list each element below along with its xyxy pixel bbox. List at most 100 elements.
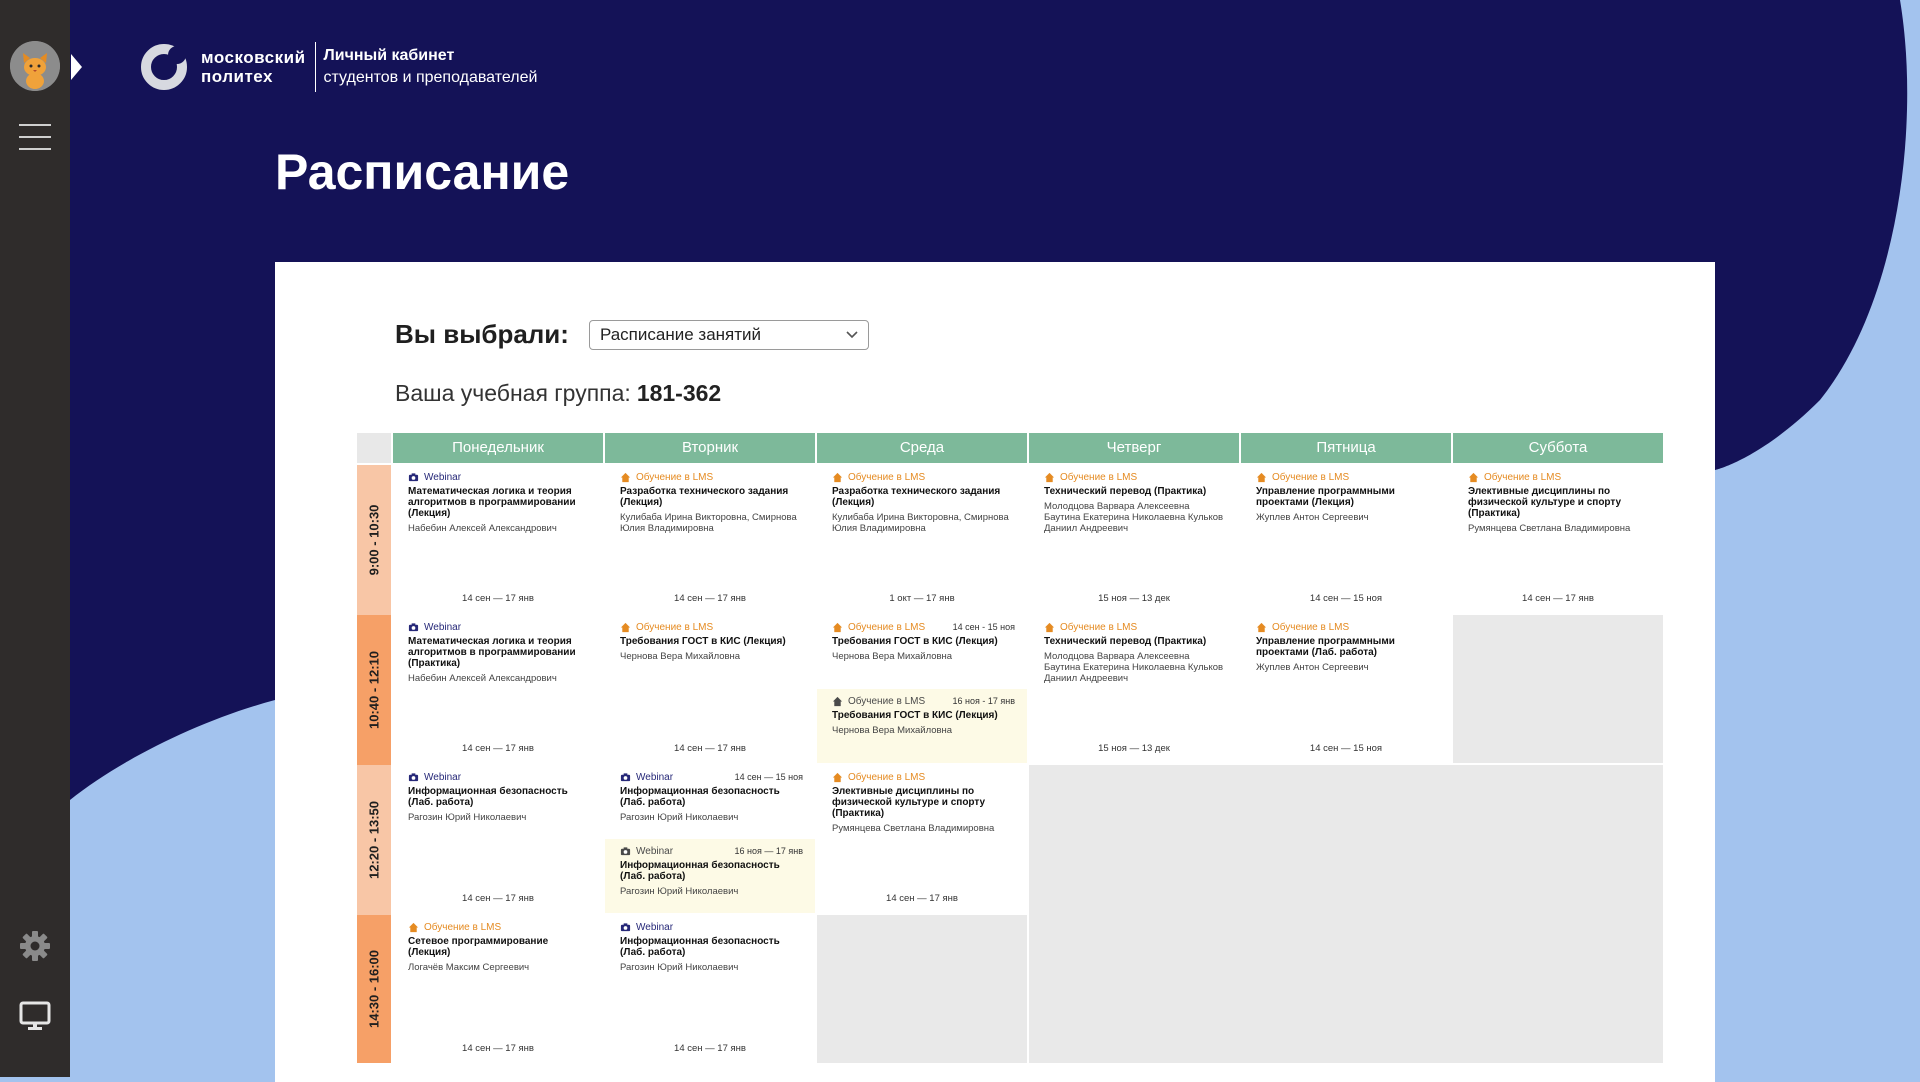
teacher-name: Молодцова Варвара Алексеевна Баутина Ека… xyxy=(1044,651,1224,684)
class-entry[interactable]: Webinar 16 ноя — 17 янв Информационная без… xyxy=(605,839,815,913)
course-date-range: 14 сен — 15 ноя xyxy=(1309,743,1383,754)
schedule-slot[interactable]: Webinar Информационная безопасность (Лаб.… xyxy=(393,765,603,913)
entry-header: Webinar xyxy=(408,470,591,484)
brand-logo[interactable]: московский политех Личный кабинет студен… xyxy=(137,40,537,94)
entry-header: Обучение в LMS xyxy=(620,470,803,484)
teacher-name: Рагозин Юрий Николаевич xyxy=(620,962,739,973)
teacher-name: Кулибаба Ирина Викторовна, Смирнова Юлия… xyxy=(620,512,797,534)
teacher-name: Кулибаба Ирина Викторовна, Смирнова Юлия… xyxy=(832,512,1009,534)
course-date-range: 14 сен — 17 янв xyxy=(462,743,534,754)
teacher-name: Чернова Вера Михайловна xyxy=(620,651,741,662)
empty-slot xyxy=(1029,765,1663,1063)
entry-tag-label: Обучение в LMS xyxy=(1060,621,1138,633)
course-date-range: 14 сен — 17 янв xyxy=(462,1043,534,1054)
class-entry[interactable]: Обучение в LMS Требования ГОСТ в КИС (Лек… xyxy=(605,615,815,763)
camera-icon xyxy=(408,772,424,783)
schedule-slot[interactable]: Обучение в LMS Технический перевод (Практ… xyxy=(1029,615,1239,763)
course-date-range: 14 сен — 17 янв xyxy=(886,893,958,904)
class-entry[interactable]: Webinar Математическая логика и теория ал… xyxy=(393,615,603,763)
entry-header: Обучение в LMS 16 ноя - 17 янв xyxy=(832,694,1015,708)
course-date-range: 14 сен — 17 янв xyxy=(462,893,534,904)
entry-tag: Обучение в LMS xyxy=(1044,472,1137,483)
entry-tag-label: Webinar xyxy=(424,471,462,483)
entry-tag: Обучение в LMS xyxy=(1256,622,1349,633)
schedule-slot[interactable]: Обучение в LMS Управление программными пр… xyxy=(1241,465,1451,613)
course-title: Информационная безопасность (Лаб. работа… xyxy=(620,786,780,808)
class-entry[interactable]: Обучение в LMS Разработка технического за… xyxy=(605,465,815,613)
schedule-slot[interactable]: Обучение в LMS Разработка технического за… xyxy=(817,465,1027,613)
entry-header: Обучение в LMS xyxy=(1256,470,1439,484)
home-icon xyxy=(832,772,848,783)
entry-tag: Обучение в LMS xyxy=(1256,472,1349,483)
entry-tag-label: Webinar xyxy=(636,921,674,933)
monitor-icon[interactable] xyxy=(17,998,53,1034)
gear-icon[interactable] xyxy=(17,928,53,964)
class-entry[interactable]: Webinar Информационная безопасность (Лаб.… xyxy=(393,765,603,913)
course-title: Требования ГОСТ в КИС (Лекция) xyxy=(832,710,998,721)
course-title: Информационная безопасность (Лаб. работа… xyxy=(408,786,568,808)
schedule-slot[interactable]: Обучение в LMS Требования ГОСТ в КИС (Лек… xyxy=(605,615,815,763)
teacher-name: Румянцева Светлана Владимировна xyxy=(832,823,995,834)
time-slot-text: 10:40 - 12:10 xyxy=(366,650,382,730)
sidebar xyxy=(0,0,70,1077)
entry-tag-label: Обучение в LMS xyxy=(1272,621,1350,633)
day-header: Четверг xyxy=(1029,433,1239,463)
class-entry[interactable]: Обучение в LMS Элективные дисциплины по ф… xyxy=(1453,465,1663,613)
class-entry[interactable]: Обучение в LMS Разработка технического за… xyxy=(817,465,1027,613)
entry-header: Обучение в LMS xyxy=(1044,470,1227,484)
entry-date-range: 14 сен - 15 ноя xyxy=(952,622,1015,632)
selection-row: Вы выбрали: Расписание занятий xyxy=(395,319,869,350)
schedule-slot[interactable]: Обучение в LMS Элективные дисциплины по ф… xyxy=(1453,465,1663,613)
class-entry[interactable]: Webinar Математическая логика и теория ал… xyxy=(393,465,603,613)
schedule-card: Вы выбрали: Расписание занятий Ваша учеб… xyxy=(275,262,1715,1082)
entry-header: Обучение в LMS xyxy=(832,470,1015,484)
schedule-slot[interactable]: Обучение в LMS Разработка технического за… xyxy=(605,465,815,613)
teacher-name: Молодцова Варвара Алексеевна Баутина Ека… xyxy=(1044,501,1224,534)
entry-tag-label: Обучение в LMS xyxy=(1272,471,1350,483)
home-icon xyxy=(1256,472,1272,483)
course-title: Требования ГОСТ в КИС (Лекция) xyxy=(620,636,786,647)
schedule-slot[interactable]: Webinar 14 сен — 15 ноя Информационная без… xyxy=(605,765,815,913)
class-entry[interactable]: Webinar 14 сен — 15 ноя Информационная без… xyxy=(605,765,815,839)
home-icon xyxy=(1468,472,1484,483)
class-entry[interactable]: Обучение в LMS Технический перевод (Практ… xyxy=(1029,465,1239,613)
class-entry[interactable]: Обучение в LMS Управление программными пр… xyxy=(1241,615,1451,763)
class-entry[interactable]: Обучение в LMS 14 сен - 15 ноя Требования … xyxy=(817,615,1027,689)
time-slot-text: 9:00 - 10:30 xyxy=(366,504,382,576)
schedule-slot[interactable]: Webinar Математическая логика и теория ал… xyxy=(393,615,603,763)
schedule-type-select[interactable]: Расписание занятий xyxy=(588,319,869,350)
schedule-slot[interactable]: Обучение в LMS Технический перевод (Практ… xyxy=(1029,465,1239,613)
schedule-slot[interactable]: Обучение в LMS Сетевое программирование (… xyxy=(393,915,603,1063)
class-entry[interactable]: Webinar Информационная безопасность (Лаб.… xyxy=(605,915,815,1063)
cabinet-subtitle: студентов и преподавателей xyxy=(323,69,538,86)
class-entry[interactable]: Обучение в LMS 16 ноя - 17 янв Требования … xyxy=(817,689,1027,763)
course-title: Информационная безопасность (Лаб. работа… xyxy=(620,860,780,882)
home-icon xyxy=(832,472,848,483)
entry-tag: Обучение в LMS xyxy=(620,622,713,633)
schedule-slot[interactable]: Обучение в LMS Элективные дисциплины по ф… xyxy=(817,765,1027,913)
entry-tag-label: Обучение в LMS xyxy=(848,771,926,783)
class-entry[interactable]: Обучение в LMS Сетевое программирование (… xyxy=(393,915,603,1063)
class-entry[interactable]: Обучение в LMS Элективные дисциплины по ф… xyxy=(817,765,1027,913)
entry-tag: Обучение в LMS xyxy=(620,472,713,483)
menu-icon[interactable] xyxy=(19,124,51,150)
teacher-name: Логачёв Максим Сергеевич xyxy=(408,962,530,973)
class-entry[interactable]: Обучение в LMS Управление программными пр… xyxy=(1241,465,1451,613)
teacher-name: Чернова Вера Михайловна xyxy=(832,651,953,662)
schedule-slot[interactable]: Обучение в LMS Управление программными пр… xyxy=(1241,615,1451,763)
logo-wordmark-line2: политех xyxy=(201,67,273,86)
logo-divider xyxy=(314,42,316,92)
entry-header: Обучение в LMS xyxy=(832,770,1015,784)
class-entry[interactable]: Обучение в LMS Технический перевод (Практ… xyxy=(1029,615,1239,763)
empty-slot xyxy=(817,915,1027,1063)
schedule-slot[interactable]: Webinar Информационная безопасность (Лаб.… xyxy=(605,915,815,1063)
avatar-expand-arrow-icon[interactable] xyxy=(71,54,82,80)
entry-tag: Webinar xyxy=(408,772,461,783)
entry-header: Webinar xyxy=(408,770,591,784)
time-slot-text: 14:30 - 16:00 xyxy=(366,949,382,1029)
schedule-slot[interactable]: Webinar Математическая логика и теория ал… xyxy=(393,465,603,613)
schedule-slot[interactable]: Обучение в LMS 14 сен - 15 ноя Требования … xyxy=(817,615,1027,763)
entry-tag: Webinar xyxy=(620,846,673,857)
cat-avatar-icon[interactable] xyxy=(10,41,60,91)
teacher-name: Набебин Алексей Александрович xyxy=(408,673,557,684)
